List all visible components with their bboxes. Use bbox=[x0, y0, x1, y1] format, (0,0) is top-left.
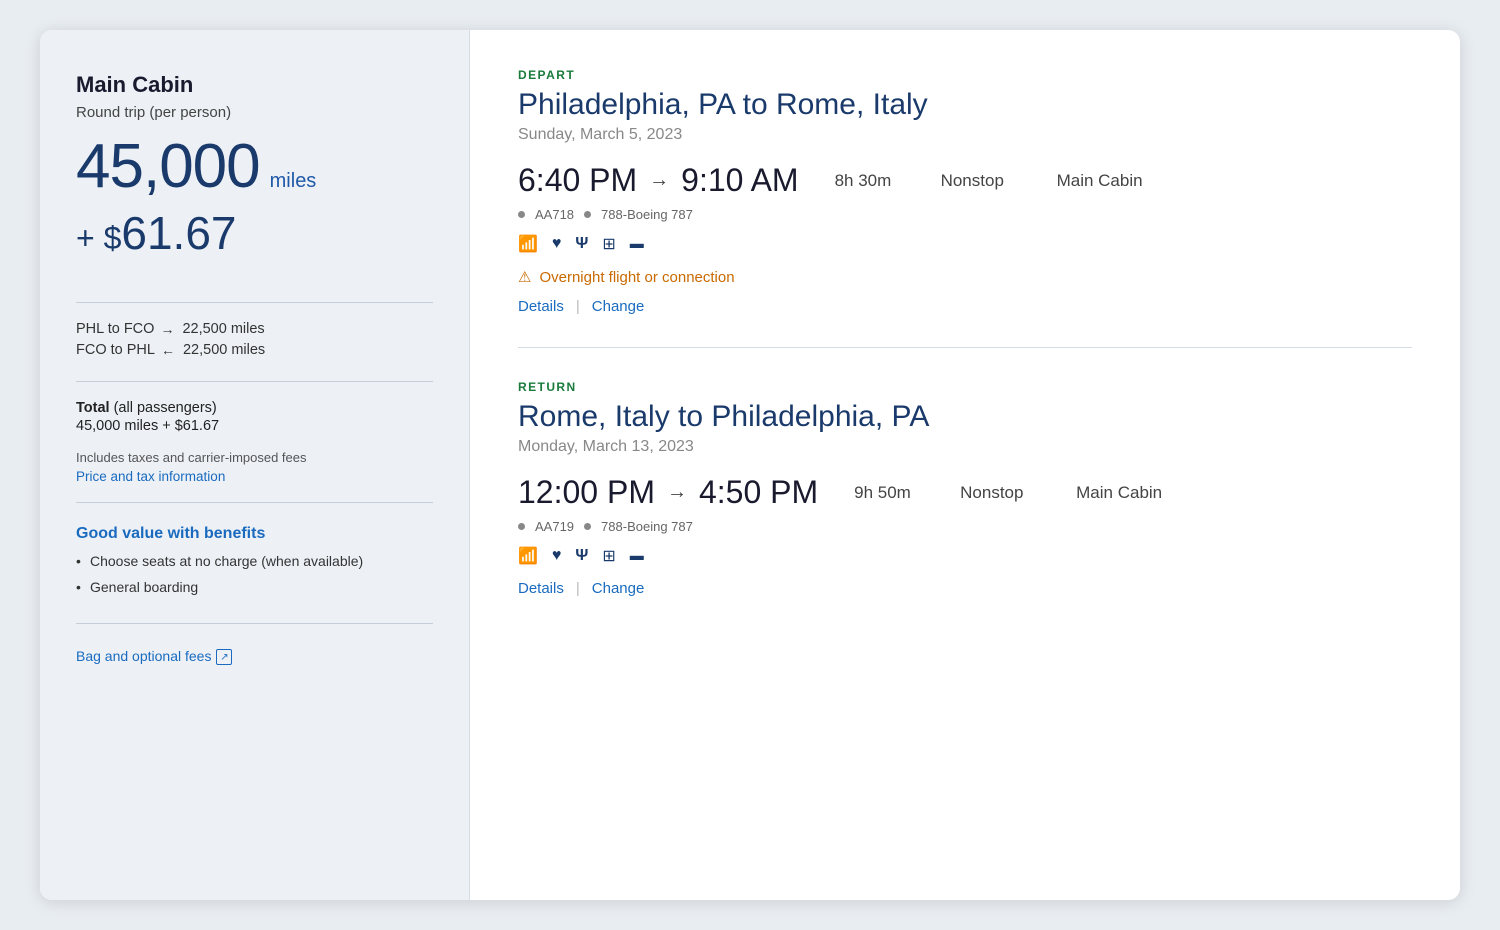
return-action-row: Details | Change bbox=[518, 580, 1412, 597]
good-value-title: Good value with benefits bbox=[76, 525, 433, 543]
route-phl-fco: PHL to FCO → 22,500 miles bbox=[76, 321, 433, 337]
depart-change-link[interactable]: Change bbox=[592, 298, 645, 315]
bag-fees-label: Bag and optional fees bbox=[76, 648, 211, 664]
return-amenities bbox=[518, 546, 1412, 566]
benefit-list: Choose seats at no charge (when availabl… bbox=[76, 553, 433, 595]
route1-from: PHL to FCO bbox=[76, 321, 154, 337]
depart-dot2 bbox=[584, 211, 591, 218]
route-fco-phl: FCO to PHL ← 22,500 miles bbox=[76, 342, 433, 358]
bag-fees-link[interactable]: Bag and optional fees bbox=[76, 648, 433, 664]
overnight-text: Overnight flight or connection bbox=[539, 269, 734, 286]
cash-prefix: + $ bbox=[76, 220, 121, 256]
depart-action-row: Details | Change bbox=[518, 298, 1412, 315]
benefit-boarding: General boarding bbox=[76, 579, 433, 595]
route1-arrow: → bbox=[160, 321, 174, 337]
route1-miles: 22,500 miles bbox=[182, 321, 264, 337]
route2-miles: 22,500 miles bbox=[183, 342, 265, 358]
depart-arrow: → bbox=[649, 169, 669, 192]
return-nonstop: Nonstop bbox=[960, 483, 1040, 503]
return-aircraft: 788-Boeing 787 bbox=[601, 519, 693, 534]
depart-time-range: 6:40 PM → 9:10 AM bbox=[518, 162, 799, 199]
depart-flight-number: AA718 bbox=[535, 207, 574, 222]
return-dot bbox=[518, 523, 525, 530]
depart-duration: 8h 30m bbox=[835, 171, 905, 191]
depart-separator: | bbox=[576, 298, 580, 315]
return-date: Monday, March 13, 2023 bbox=[518, 438, 1412, 456]
cash-row: + $61.67 bbox=[76, 206, 433, 260]
depart-arrive-time: 9:10 AM bbox=[681, 162, 798, 199]
total-label: Total (all passengers) bbox=[76, 400, 433, 416]
return-change-link[interactable]: Change bbox=[592, 580, 645, 597]
return-arrive-time: 4:50 PM bbox=[699, 474, 818, 511]
return-label: RETURN bbox=[518, 380, 1412, 394]
seat-icon bbox=[602, 234, 615, 254]
depart-cabin: Main Cabin bbox=[1057, 171, 1143, 191]
main-card: Main Cabin Round trip (per person) 45,00… bbox=[40, 30, 1460, 900]
depart-amenities bbox=[518, 234, 1412, 254]
total-section: Total (all passengers) 45,000 miles + $6… bbox=[76, 400, 433, 434]
divider-3 bbox=[76, 502, 433, 503]
route2-from: FCO to PHL bbox=[76, 342, 155, 358]
usb-icon bbox=[575, 235, 588, 253]
total-value: 45,000 miles + $61.67 bbox=[76, 418, 433, 434]
main-content: DEPART Philadelphia, PA to Rome, Italy S… bbox=[470, 30, 1460, 900]
miles-label: miles bbox=[270, 170, 317, 193]
depart-details-link[interactable]: Details bbox=[518, 298, 564, 315]
benefit-seats: Choose seats at no charge (when availabl… bbox=[76, 553, 433, 569]
cabin-title: Main Cabin bbox=[76, 72, 433, 98]
return-dot2 bbox=[584, 523, 591, 530]
depart-route: Philadelphia, PA to Rome, Italy bbox=[518, 88, 1412, 122]
return-usb-icon bbox=[575, 547, 588, 565]
wifi-icon bbox=[518, 234, 538, 254]
return-cabin: Main Cabin bbox=[1076, 483, 1162, 503]
return-flight-info: AA719 788-Boeing 787 bbox=[518, 519, 1412, 534]
divider-2 bbox=[76, 381, 433, 382]
divider-1 bbox=[76, 302, 433, 303]
bag-fees-ext-icon bbox=[216, 649, 232, 665]
depart-nonstop: Nonstop bbox=[941, 171, 1021, 191]
depart-aircraft: 788-Boeing 787 bbox=[601, 207, 693, 222]
return-section: RETURN Rome, Italy to Philadelphia, PA M… bbox=[518, 347, 1412, 629]
flatbed-icon bbox=[630, 235, 644, 253]
divider-4 bbox=[76, 623, 433, 624]
good-value-section: Good value with benefits Choose seats at… bbox=[76, 525, 433, 605]
depart-section: DEPART Philadelphia, PA to Rome, Italy S… bbox=[518, 68, 1412, 347]
return-duration: 9h 50m bbox=[854, 483, 924, 503]
total-rest: (all passengers) bbox=[110, 400, 217, 416]
depart-flight-info: AA718 788-Boeing 787 bbox=[518, 207, 1412, 222]
total-bold: Total bbox=[76, 400, 110, 416]
route2-arrow: ← bbox=[161, 342, 175, 358]
return-arrow: → bbox=[667, 481, 687, 504]
return-time-range: 12:00 PM → 4:50 PM bbox=[518, 474, 818, 511]
miles-number: 45,000 bbox=[76, 131, 260, 202]
overnight-warning: ⚠ Overnight flight or connection bbox=[518, 268, 1412, 286]
depart-depart-time: 6:40 PM bbox=[518, 162, 637, 199]
depart-label: DEPART bbox=[518, 68, 1412, 82]
return-flight-number: AA719 bbox=[535, 519, 574, 534]
depart-date: Sunday, March 5, 2023 bbox=[518, 126, 1412, 144]
return-route: Rome, Italy to Philadelphia, PA bbox=[518, 400, 1412, 434]
warning-triangle-icon: ⚠ bbox=[518, 268, 531, 286]
sidebar: Main Cabin Round trip (per person) 45,00… bbox=[40, 30, 470, 900]
return-heart-icon bbox=[552, 547, 562, 565]
cash-amount: 61.67 bbox=[121, 207, 236, 259]
return-depart-time: 12:00 PM bbox=[518, 474, 655, 511]
return-separator: | bbox=[576, 580, 580, 597]
heart-icon bbox=[552, 235, 562, 253]
return-flatbed-icon bbox=[630, 547, 644, 565]
depart-times-row: 6:40 PM → 9:10 AM 8h 30m Nonstop Main Ca… bbox=[518, 162, 1412, 199]
return-details-link[interactable]: Details bbox=[518, 580, 564, 597]
depart-dot bbox=[518, 211, 525, 218]
return-wifi-icon bbox=[518, 546, 538, 566]
miles-row: 45,000 miles bbox=[76, 131, 433, 202]
taxes-note: Includes taxes and carrier-imposed fees bbox=[76, 450, 433, 465]
return-seat-icon bbox=[602, 546, 615, 566]
return-times-row: 12:00 PM → 4:50 PM 9h 50m Nonstop Main C… bbox=[518, 474, 1412, 511]
trip-type: Round trip (per person) bbox=[76, 104, 433, 121]
price-tax-link[interactable]: Price and tax information bbox=[76, 469, 433, 484]
